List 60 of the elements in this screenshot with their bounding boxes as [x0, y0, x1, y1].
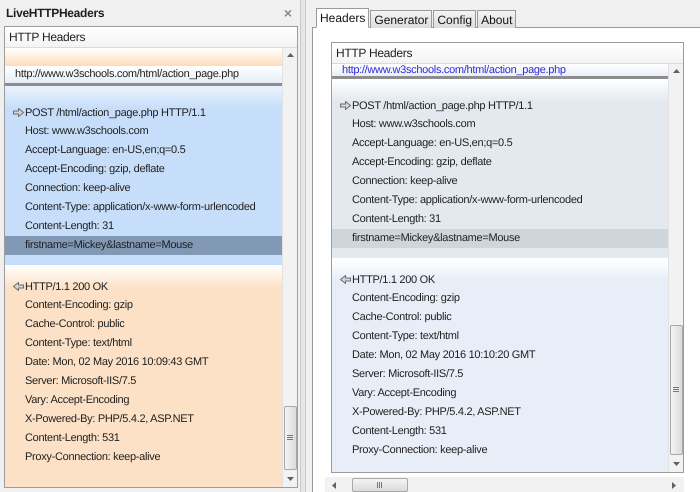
grip-icon — [287, 435, 293, 441]
right-arrow-icon — [13, 108, 24, 117]
request-status-text: POST /html/action_page.php HTTP/1.1 — [25, 106, 206, 118]
tab[interactable]: About — [477, 10, 516, 28]
right-arrow-icon — [340, 101, 351, 110]
header-line: Content-Length: 31 — [351, 212, 442, 227]
header-line: Date: Mon, 02 May 2016 10:10:20 GMT — [351, 348, 536, 363]
header-line: Content-Length: 531 — [351, 424, 448, 439]
response-status-text: HTTP/1.1 200 OK — [25, 280, 108, 292]
down-arrow-icon[interactable] — [286, 476, 294, 483]
horizontal-scrollbar[interactable] — [325, 477, 684, 492]
right-arrow-icon[interactable] — [671, 482, 678, 488]
scrollbar-thumb[interactable] — [670, 325, 682, 455]
down-arrow-icon[interactable] — [672, 461, 680, 468]
header-line: Proxy-Connection: keep-alive — [351, 443, 488, 458]
scrollbar-thumb[interactable] — [284, 406, 296, 470]
header-line: Proxy-Connection: keep-alive — [24, 450, 162, 465]
header-line: Content-Length: 531 — [24, 431, 121, 446]
header-line: Accept-Language: en-US,en;q=0.5 — [24, 143, 186, 158]
vertical-scrollbar[interactable] — [282, 48, 297, 487]
header-line: Accept-Encoding: gzip, deflate — [24, 162, 166, 177]
header-line: X-Powered-By: PHP/5.4.2, ASP.NET — [351, 405, 522, 420]
header-line: Content-Type: text/html — [351, 329, 460, 344]
header-line: Date: Mon, 02 May 2016 10:09:43 GMT — [24, 355, 210, 370]
header-line: Connection: keep-alive — [24, 181, 132, 196]
url-row[interactable]: http://www.w3schools.com/html/action_page.php — [332, 64, 668, 79]
header-line: Content-Length: 31 — [24, 219, 115, 234]
header-line: Connection: keep-alive — [351, 174, 458, 189]
up-arrow-icon[interactable] — [672, 68, 680, 75]
header-line: Accept-Encoding: gzip, deflate — [351, 155, 493, 170]
tab[interactable]: Headers — [316, 8, 370, 28]
header-line: Content-Type: text/html — [24, 336, 133, 351]
grip-icon — [673, 387, 679, 393]
header-line: Accept-Language: en-US,en;q=0.5 — [351, 136, 514, 151]
up-arrow-icon[interactable] — [286, 52, 294, 59]
header-line: Vary: Accept-Encoding — [24, 393, 130, 408]
header-line: Host: www.w3schools.com — [24, 124, 150, 139]
header-line: Vary: Accept-Encoding — [351, 386, 458, 401]
header-line: Content-Type: application/x-www-form-urlencoded — [24, 200, 256, 215]
header-line: Cache-Control: public — [24, 317, 126, 332]
left-arrow-icon — [13, 282, 24, 291]
header-line: Server: Microsoft-IIS/7.5 — [351, 367, 464, 382]
header-line: Server: Microsoft-IIS/7.5 — [24, 374, 138, 389]
url-row[interactable]: http://www.w3schools.com/html/action_page.php — [5, 66, 282, 86]
request-status-text: POST /html/action_page.php HTTP/1.1 — [352, 100, 533, 112]
header-line: Content-Type: application/x-www-form-urlencoded — [351, 193, 584, 208]
sidebar-title: LiveHTTPHeaders — [6, 6, 104, 20]
tab[interactable]: Generator — [370, 10, 432, 28]
vertical-scrollbar[interactable] — [668, 64, 683, 472]
tab[interactable]: Config — [433, 10, 476, 28]
scrollbar-thumb[interactable] — [352, 478, 408, 492]
header-line: Content-Encoding: gzip — [24, 298, 134, 313]
header-line: X-Powered-By: PHP/5.4.2, ASP.NET — [24, 412, 195, 427]
header-line: Cache-Control: public — [351, 310, 452, 325]
left-arrow-icon[interactable] — [331, 482, 338, 488]
header-line: Host: www.w3schools.com — [351, 117, 476, 132]
header-line: Content-Encoding: gzip — [351, 291, 461, 306]
response-status-text: HTTP/1.1 200 OK — [352, 274, 435, 286]
left-arrow-icon — [340, 275, 351, 284]
grip-icon — [377, 482, 383, 488]
